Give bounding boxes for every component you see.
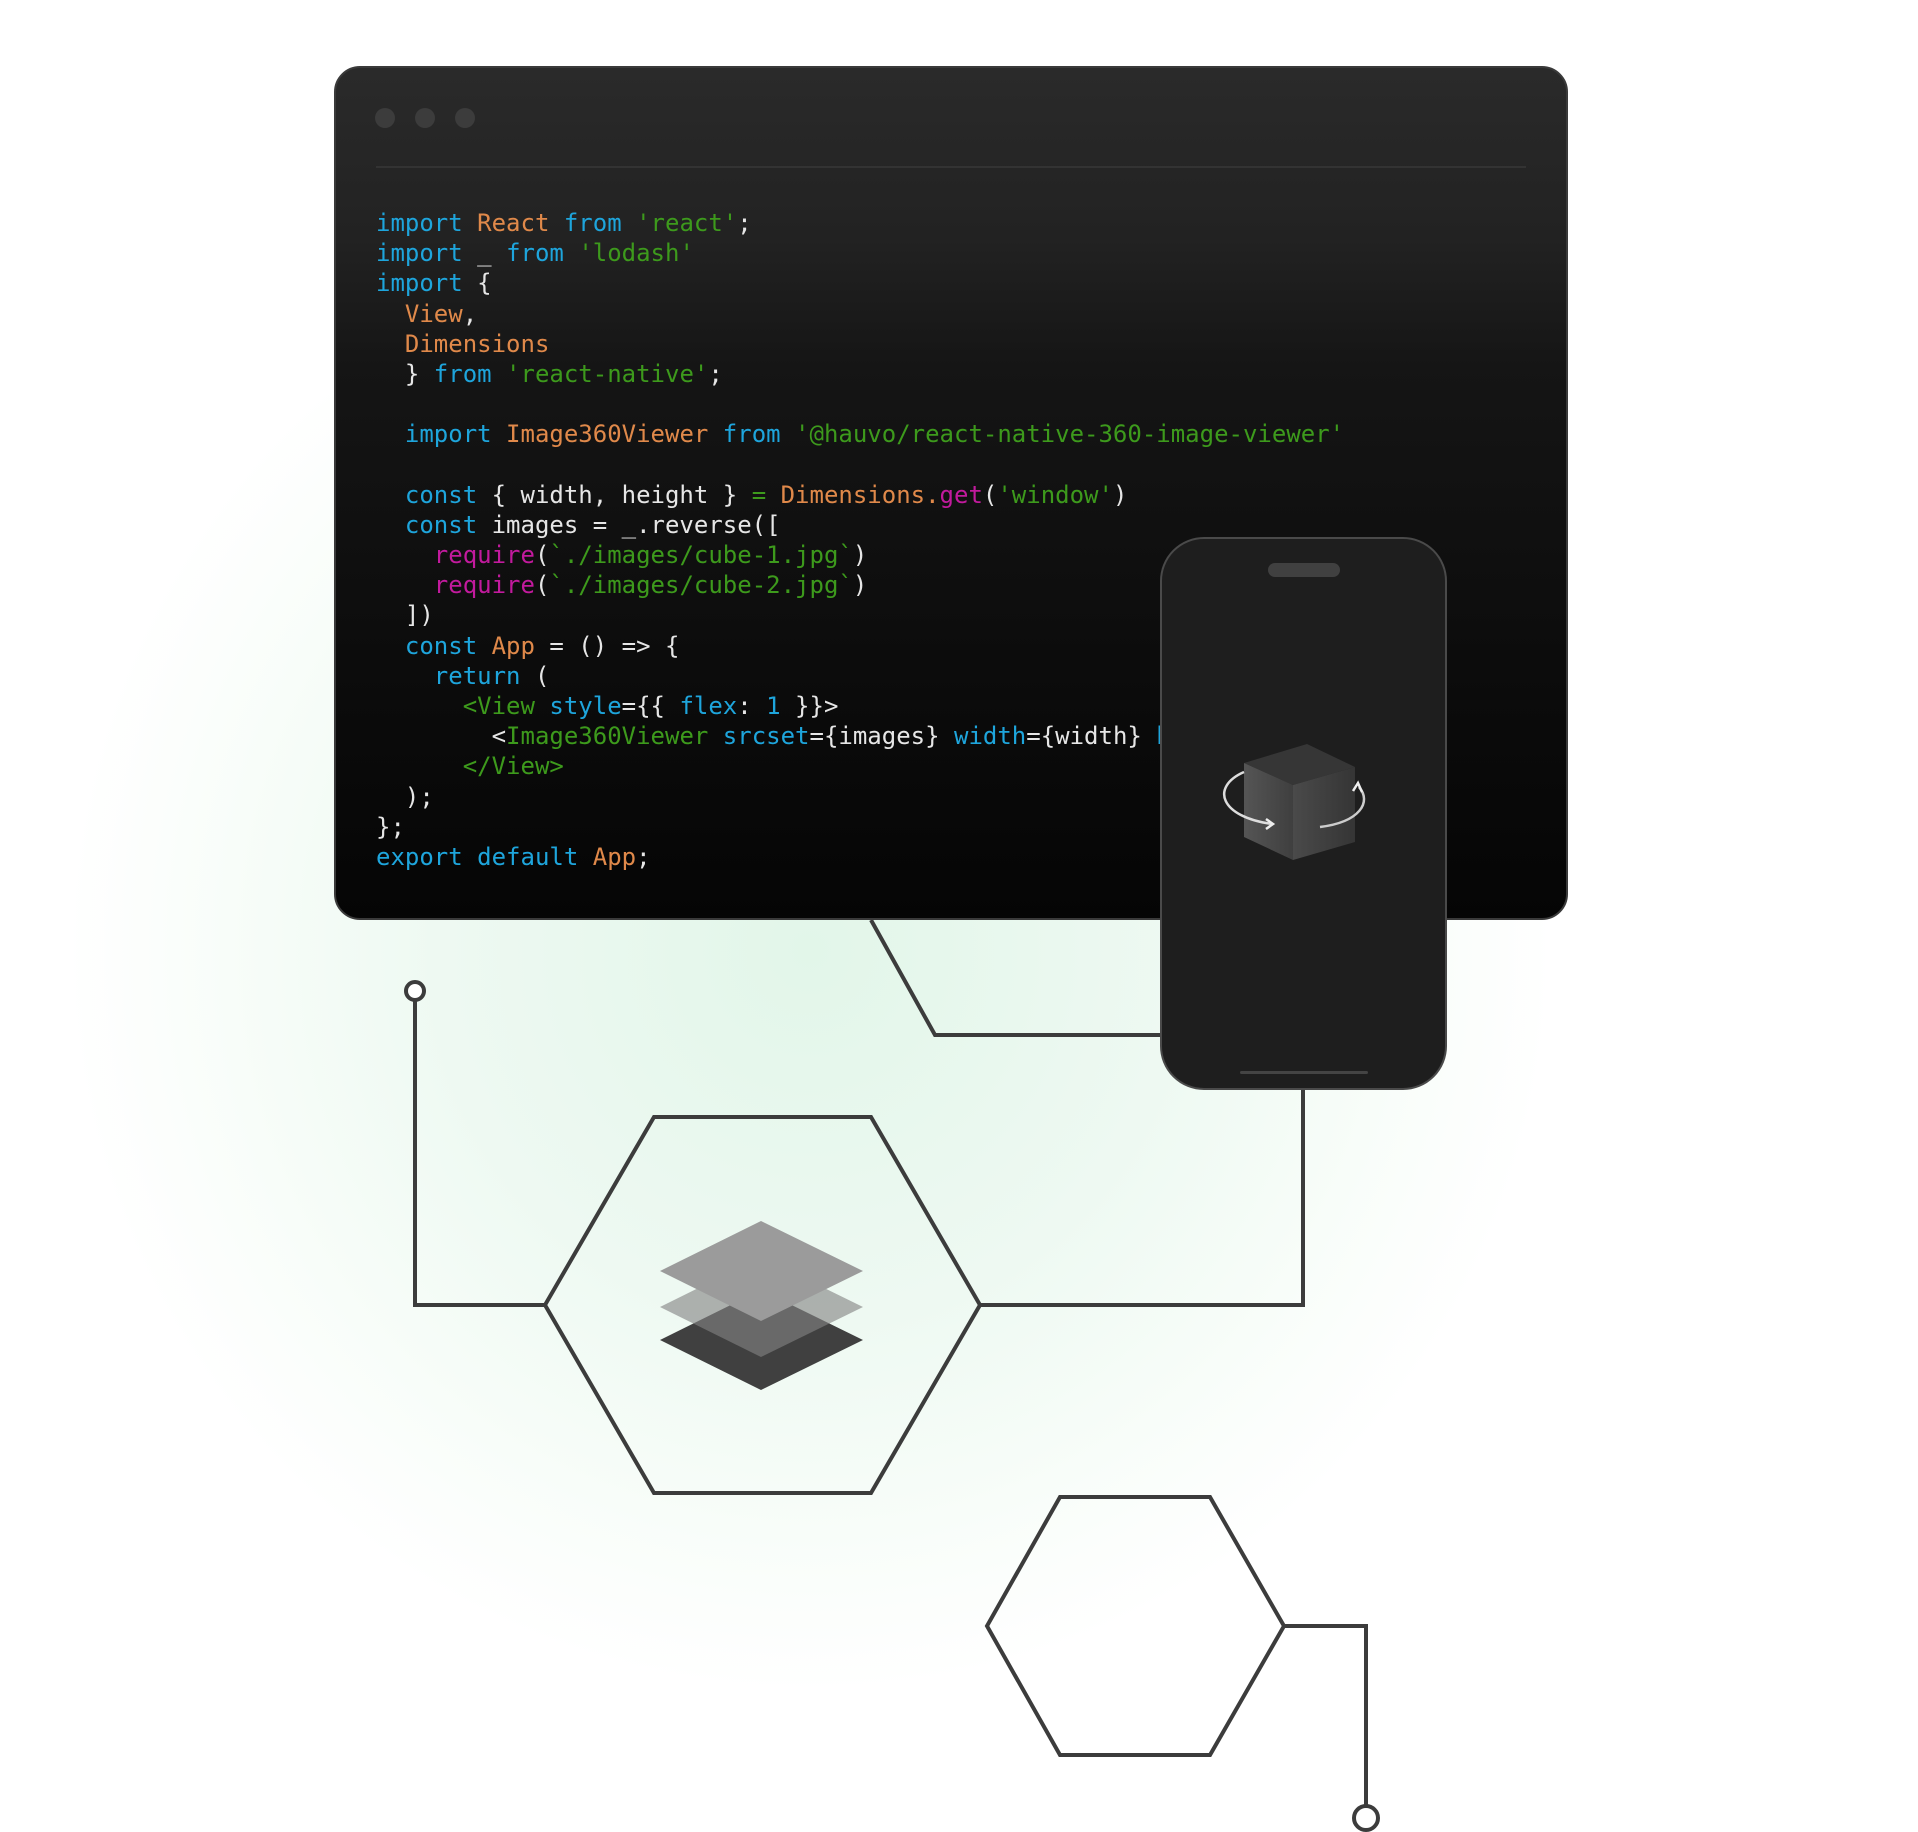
code-token: Dimensions. [780,480,940,509]
code-token: Image360Viewer [506,420,723,449]
code-token: React [477,209,564,237]
code-token: = () => { [549,631,680,660]
code-token: ) [852,541,868,570]
code-token: <View [376,692,550,720]
code-token: </View> [376,752,564,781]
code-token: : [737,692,767,720]
code-token: ; [708,359,723,388]
code-token: from [433,359,507,388]
code-token: }; [376,812,405,841]
code-token: `./images/cube-1.jpg` [549,541,853,570]
code-line: import { [376,268,1344,298]
code-token: , [462,299,478,328]
code-token: require [376,571,535,600]
phone-home-indicator [1240,1071,1368,1074]
connector-phone-hex [980,1090,1305,1307]
code-token: get [939,480,983,509]
code-token: } [376,359,434,388]
code-line: } from 'react-native'; [376,359,1344,389]
rotating-cube-360-icon [1223,744,1366,860]
code-token: View [376,299,463,328]
code-token: import [376,420,507,449]
code-token: images = _.reverse([ [491,510,781,539]
code-token: default [477,842,593,871]
code-token: style [549,692,622,720]
code-line: const images = _.reverse([ [376,510,1344,540]
code-token: ={{ [621,692,680,720]
code-token: ( [982,480,998,509]
code-token: flex [679,692,738,720]
code-token: { width, height } [491,480,752,509]
code-line: import _ from 'lodash' [376,238,1344,268]
code-token: Image360Viewer [506,722,723,751]
code-token: = [751,480,781,509]
code-line: import React from 'react'; [376,208,1344,238]
code-token: Dimensions [376,329,550,358]
phone-mockup [1160,537,1447,1090]
code-token: width [954,722,1027,751]
connector-node-bottom [1352,1804,1380,1832]
code-token: ) [1112,480,1128,509]
code-token: 'react-native' [506,359,709,388]
code-token: 'window' [997,480,1113,509]
code-token: ( [534,541,550,570]
code-token: export [376,842,478,871]
connector-hex2-bottom [1284,1624,1368,1806]
code-token: const [376,510,492,539]
code-token: ={width} [1026,722,1157,751]
code-token: _ [477,239,507,268]
code-token: App [592,842,637,871]
connector-left [413,1001,545,1307]
code-token: ]) [376,601,434,630]
code-token: }}> [795,692,839,720]
code-token: 'react' [636,209,738,237]
code-token: from [563,209,637,237]
code-token: { [477,269,492,298]
code-token: ( [534,661,550,690]
connector-window-phone [869,919,1160,1037]
code-token: from [722,420,796,449]
window-maximize-dot[interactable] [455,108,475,128]
hexagon-2 [984,1495,1287,1757]
code-token: const [376,480,492,509]
code-token: '@hauvo/react-native-360-image-viewer' [795,420,1345,449]
layers-icon [660,1221,863,1390]
code-line: Dimensions [376,329,1344,359]
code-token: ; [636,842,651,871]
code-token: import [376,269,478,298]
code-token: const [376,631,492,660]
code-token: from [506,239,579,268]
code-token: App [491,631,550,660]
code-token: import [376,209,478,237]
window-close-dot[interactable] [375,108,395,128]
title-bar-divider [376,166,1526,168]
code-line: const { width, height } = Dimensions.get… [376,480,1344,510]
code-token: srcset [722,722,810,751]
code-token: ( [534,571,550,600]
code-token: 1 [766,692,796,720]
code-token: ) [852,571,868,600]
code-line: View, [376,299,1344,329]
connector-node-left [404,980,426,1002]
code-token: require [376,541,535,570]
code-token: import [376,239,478,268]
code-token: return [376,661,535,690]
code-line: import Image360Viewer from '@hauvo/react… [376,419,1344,449]
code-token: ; [737,209,752,237]
code-token: ); [376,782,434,811]
code-token: ={images} [809,722,954,751]
window-minimize-dot[interactable] [415,108,435,128]
code-token: 'lodash' [578,239,694,268]
code-token: `./images/cube-2.jpg` [549,571,853,600]
code-token: < [376,722,507,751]
